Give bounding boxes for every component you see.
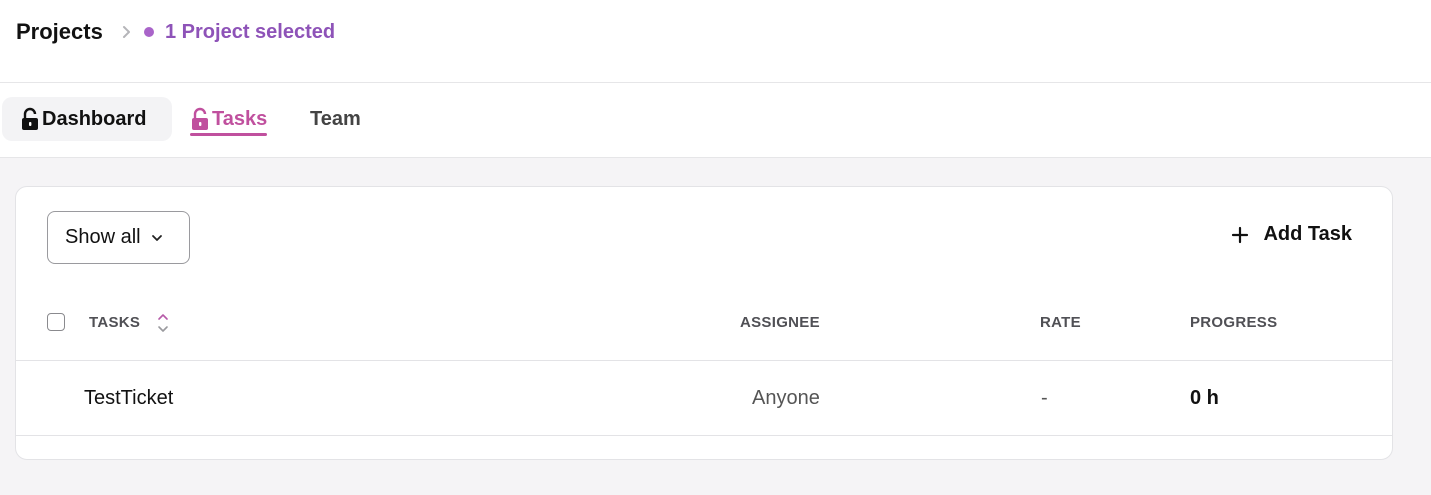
unlock-icon xyxy=(22,107,38,130)
table-header: TASKS ASSIGNEE RATE PROGRESS xyxy=(16,305,1392,361)
tab-team-label: Team xyxy=(310,107,361,130)
breadcrumb-projects[interactable]: Projects xyxy=(16,19,103,45)
filter-label: Show all xyxy=(65,226,141,248)
show-all-dropdown[interactable]: Show all xyxy=(47,211,190,264)
column-header-assignee: ASSIGNEE xyxy=(740,314,820,331)
tab-dashboard-label: Dashboard xyxy=(42,107,147,130)
table-row[interactable]: TestTicket Anyone - 0 h xyxy=(16,361,1392,436)
tab-team[interactable]: Team xyxy=(310,97,361,141)
column-header-tasks: TASKS xyxy=(89,314,141,331)
selection-dot-icon xyxy=(144,27,154,37)
select-all-checkbox[interactable] xyxy=(47,313,65,331)
tab-tasks[interactable]: Tasks xyxy=(190,97,268,141)
plus-icon xyxy=(1232,226,1249,243)
task-progress: 0 h xyxy=(1190,387,1219,409)
column-header-rate: RATE xyxy=(1040,314,1081,331)
active-tab-indicator xyxy=(190,133,268,136)
tasks-card: Show all Add Task TASKS ASSIGNEE RATE PR… xyxy=(15,186,1393,460)
top-header: Projects 1 Project selected xyxy=(0,0,1431,83)
sort-icon[interactable] xyxy=(157,312,169,334)
task-rate: - xyxy=(1041,387,1048,409)
task-name[interactable]: TestTicket xyxy=(84,387,173,410)
tab-bar: Dashboard Tasks Team xyxy=(0,83,1431,158)
column-header-progress: PROGRESS xyxy=(1190,314,1278,331)
tab-tasks-label: Tasks xyxy=(212,107,268,130)
chevron-right-icon xyxy=(123,26,130,38)
add-task-button[interactable]: Add Task xyxy=(1231,223,1352,246)
chevron-down-icon xyxy=(151,234,162,241)
task-assignee[interactable]: Anyone xyxy=(752,387,820,410)
unlock-icon xyxy=(192,107,208,130)
tab-dashboard[interactable]: Dashboard xyxy=(2,97,172,141)
add-task-label: Add Task xyxy=(1263,223,1352,245)
breadcrumb-selection[interactable]: 1 Project selected xyxy=(165,21,335,44)
